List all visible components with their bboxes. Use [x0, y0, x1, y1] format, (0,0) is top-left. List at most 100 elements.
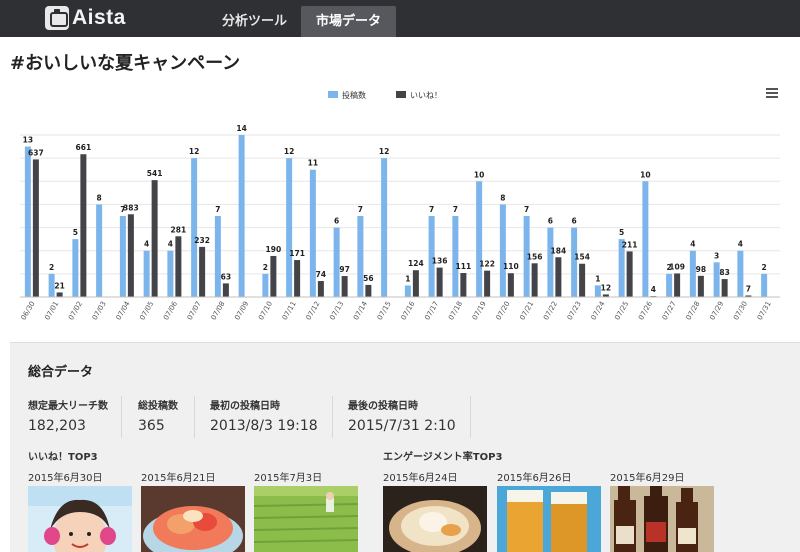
scallop-photo[interactable] — [383, 486, 487, 552]
bar-posts — [167, 250, 174, 297]
bar-posts — [666, 273, 673, 297]
x-tick-label: 07/03 — [91, 300, 108, 321]
x-tick-label: 07/15 — [376, 300, 393, 321]
bar-label-likes: 122 — [479, 260, 495, 269]
bar-label-posts: 11 — [308, 159, 318, 168]
x-tick-label: 07/17 — [423, 300, 440, 321]
bar-label-posts: 8 — [500, 193, 505, 202]
x-tick-label: 07/12 — [305, 300, 322, 321]
bar-label-likes: 232 — [194, 236, 210, 245]
x-tick-label: 07/02 — [67, 300, 84, 321]
bar-label-likes: 63 — [221, 272, 231, 281]
bar-label-posts: 13 — [23, 136, 33, 145]
thumb-date: 2015年6月29日 — [610, 473, 685, 484]
bar-likes — [579, 263, 586, 297]
bar-label-likes: 661 — [76, 143, 92, 152]
bar-chart: 投稿数 いいね！1363706/3022107/01566107/02807/03… — [20, 90, 780, 322]
x-tick-label: 07/09 — [233, 300, 250, 321]
x-tick-label: 06/30 — [20, 300, 37, 321]
thumb-date: 2015年6月24日 — [383, 473, 458, 484]
stat-label: 最初の投稿日時 — [210, 401, 280, 412]
child-photo[interactable] — [28, 486, 132, 552]
bar-posts — [404, 285, 411, 297]
bottles-photo[interactable] — [610, 486, 714, 552]
stat-label: 想定最大リーチ数 — [28, 401, 108, 412]
bar-posts — [571, 227, 578, 297]
bar-label-posts: 4 — [168, 240, 173, 249]
bar-likes — [507, 273, 514, 297]
bar-posts — [737, 250, 744, 297]
x-tick-label: 07/30 — [732, 300, 749, 321]
bar-label-posts: 4 — [690, 240, 695, 249]
thumb-date: 2015年6月26日 — [497, 473, 572, 484]
bar-likes — [460, 273, 467, 297]
bar-likes — [412, 270, 419, 297]
bar-label-posts: 4 — [144, 240, 149, 249]
x-tick-label: 07/05 — [138, 300, 155, 321]
x-tick-label: 07/27 — [661, 300, 678, 321]
bar-likes — [531, 263, 538, 297]
bar-likes — [341, 276, 348, 297]
bar-label-likes: 124 — [408, 259, 424, 268]
bar-likes — [626, 251, 633, 297]
x-tick-label: 07/25 — [613, 300, 630, 321]
stat-value: 365 — [138, 418, 165, 434]
bar-label-likes: 171 — [289, 249, 305, 258]
x-tick-label: 07/28 — [685, 300, 702, 321]
bar-likes — [697, 275, 704, 297]
top-navigation-bar: Aista 分析ツール 市場データ — [0, 0, 800, 37]
stat-label: 最後の投稿日時 — [348, 401, 418, 412]
bar-label-posts: 7 — [453, 205, 458, 214]
stat-first-post: 最初の投稿日時 2013/8/3 19:18 — [210, 397, 318, 439]
bar-likes — [270, 255, 277, 297]
bar-label-posts: 5 — [619, 228, 624, 237]
bar-label-posts: 6 — [334, 217, 339, 226]
stat-value: 2013/8/3 19:18 — [210, 418, 318, 434]
bar-likes — [127, 214, 134, 297]
bar-posts — [499, 204, 506, 297]
bar-label-posts: 6 — [572, 217, 577, 226]
divider — [121, 396, 122, 438]
bar-label-posts: 2 — [263, 263, 268, 272]
beer-photo[interactable] — [497, 486, 601, 552]
tab-analysis-tool[interactable]: 分析ツール — [207, 6, 302, 37]
bar-posts — [642, 181, 649, 297]
x-tick-label: 07/23 — [566, 300, 583, 321]
bar-label-posts: 3 — [714, 251, 719, 260]
bar-label-posts: 7 — [429, 205, 434, 214]
bar-label-posts: 7 — [215, 205, 220, 214]
bar-likes — [222, 283, 229, 297]
legend-swatch — [396, 91, 406, 98]
bar-posts — [452, 216, 459, 297]
bar-label-likes: 111 — [456, 262, 472, 271]
bar-posts — [24, 146, 31, 297]
chart-menu-icon[interactable] — [766, 88, 778, 98]
bar-posts — [761, 273, 768, 297]
bar-label-likes: 156 — [527, 252, 543, 261]
bar-likes — [365, 284, 372, 297]
bar-label-posts: 4 — [738, 240, 743, 249]
bar-posts — [238, 135, 245, 297]
rice-field-photo[interactable] — [254, 486, 358, 552]
x-tick-label: 07/14 — [352, 300, 369, 322]
bar-label-likes: 97 — [339, 265, 349, 274]
bar-label-likes: 136 — [432, 257, 448, 266]
tab-market-data[interactable]: 市場データ — [301, 6, 397, 37]
x-tick-label: 07/06 — [162, 300, 179, 322]
shaved-ice-photo[interactable] — [141, 486, 245, 552]
bar-label-posts: 5 — [73, 228, 78, 237]
x-tick-label: 07/21 — [518, 300, 535, 321]
summary-title: 総合データ — [28, 365, 94, 380]
bar-posts — [143, 250, 150, 297]
bar-label-posts: 8 — [97, 193, 102, 202]
stat-value: 182,203 — [28, 418, 86, 434]
x-tick-label: 07/26 — [637, 300, 654, 322]
bar-likes — [555, 257, 562, 297]
x-tick-label: 07/20 — [495, 300, 512, 321]
bar-likes — [436, 267, 443, 297]
thumb-date: 2015年7月3日 — [254, 473, 323, 484]
legend-label: 投稿数 — [342, 90, 366, 100]
logo-text: Aista — [72, 6, 126, 29]
logo[interactable]: Aista — [45, 6, 126, 30]
divider — [470, 396, 471, 438]
